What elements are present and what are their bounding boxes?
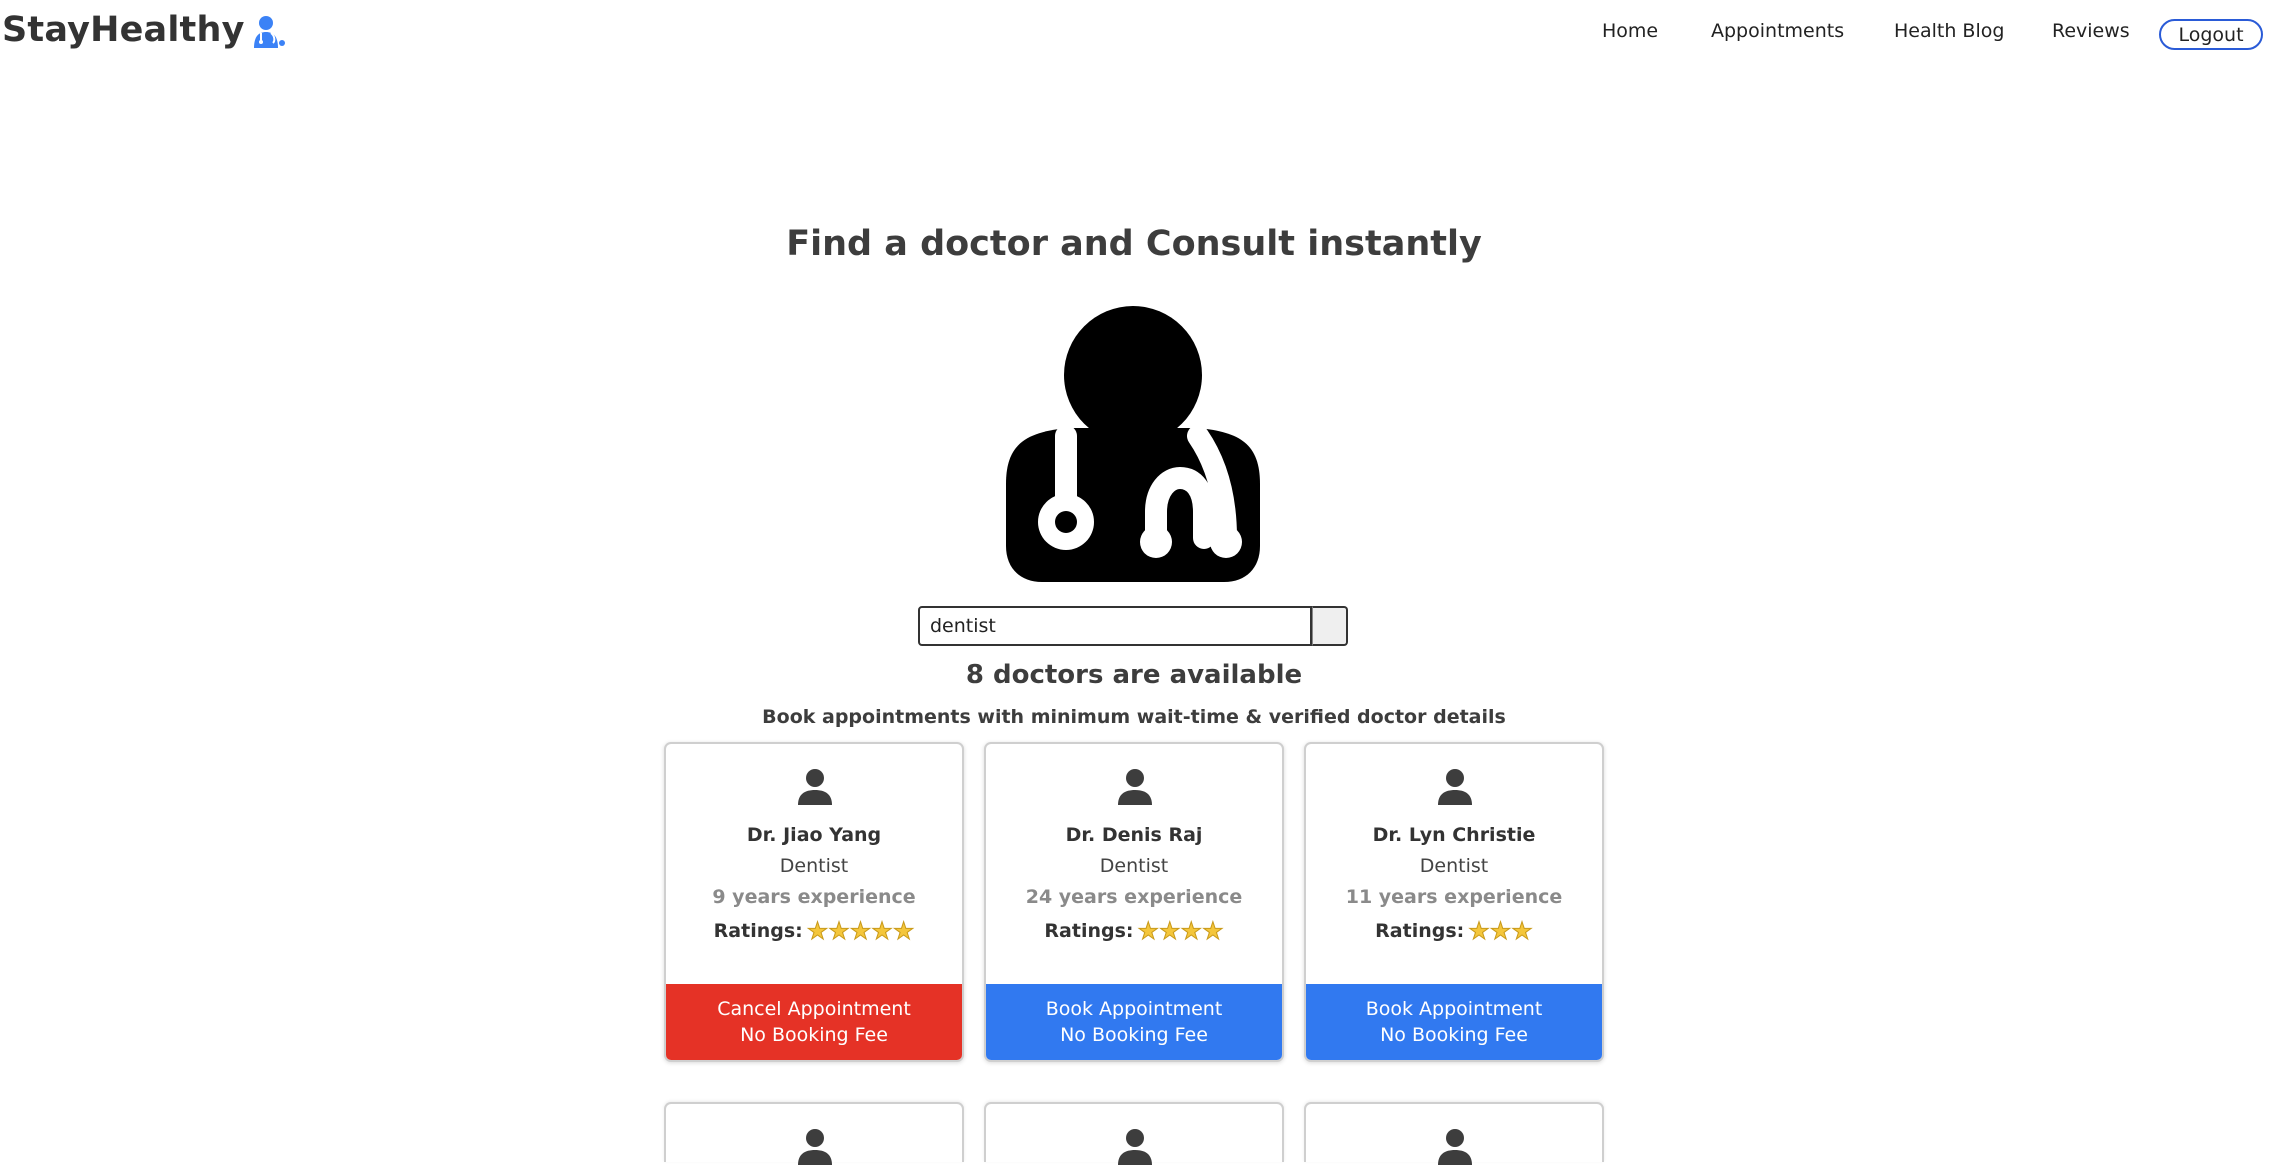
doctor-stethoscope-icon xyxy=(1006,306,1260,582)
star-icon: ★ xyxy=(1137,917,1160,945)
user-icon xyxy=(798,769,832,805)
book-appointment-button[interactable]: Book Appointment No Booking Fee xyxy=(1306,984,1602,1060)
book-appointment-button[interactable]: Book Appointment No Booking Fee xyxy=(986,984,1282,1060)
rating-label: Ratings: xyxy=(1375,920,1465,942)
star-icon: ★ xyxy=(828,917,850,945)
star-icon: ★ xyxy=(1202,917,1224,945)
doctor-name: Dr. Lyn Christie xyxy=(1372,824,1536,846)
doctor-card: Dr. Jiao Yang Dentist 9 years experience… xyxy=(664,742,964,1062)
doctor-card: Dr. Denis Raj Dentist 24 years experienc… xyxy=(984,742,1284,1062)
rating-label: Ratings: xyxy=(1044,920,1134,942)
doctor-specialty: Dentist xyxy=(779,855,849,877)
button-label: Book Appointment xyxy=(1365,998,1543,1020)
doctor-card: Dr. Lyn Christie Dentist 11 years experi… xyxy=(1304,742,1604,1062)
user-icon xyxy=(1438,1129,1472,1165)
doctor-specialty: Dentist xyxy=(1419,855,1489,877)
button-label: Cancel Appointment xyxy=(717,998,911,1020)
doctor-experience: 9 years experience xyxy=(712,886,916,908)
results-count: 8 doctors are available xyxy=(965,660,1303,690)
user-icon xyxy=(1118,769,1152,805)
star-icon: ★ xyxy=(1468,917,1490,945)
star-icon: ★ xyxy=(1511,917,1533,945)
logout-button[interactable]: Logout xyxy=(2159,19,2263,50)
star-icon: ★ xyxy=(892,917,915,945)
search-bar xyxy=(918,606,1348,646)
rating-label: Ratings: xyxy=(713,920,803,942)
doctor-experience: 11 years experience xyxy=(1345,886,1563,908)
search-input[interactable] xyxy=(918,606,1312,646)
doctor-card xyxy=(984,1102,1284,1165)
doctor-card xyxy=(664,1102,964,1165)
button-sublabel: No Booking Fee xyxy=(1060,1024,1208,1046)
user-icon xyxy=(798,1129,832,1165)
star-icon: ★ xyxy=(1489,917,1512,945)
search-button[interactable] xyxy=(1312,606,1348,646)
nav-appointments-link[interactable]: Appointments xyxy=(1711,20,1844,42)
doctor-specialty: Dentist xyxy=(1099,855,1169,877)
doctor-logo-icon xyxy=(253,16,285,48)
cancel-appointment-button[interactable]: Cancel Appointment No Booking Fee xyxy=(666,984,962,1060)
brand-name: StayHealthy xyxy=(2,10,245,50)
star-icon: ★ xyxy=(871,917,893,945)
page-title: Find a doctor and Consult instantly xyxy=(786,224,1482,264)
nav-reviews-link[interactable]: Reviews xyxy=(2052,20,2130,42)
user-icon xyxy=(1438,769,1472,805)
nav-health-blog-link[interactable]: Health Blog xyxy=(1894,20,2004,42)
doctor-rating: Ratings: ★ ★ ★ xyxy=(1306,917,1602,945)
brand-logo[interactable]: StayHealthy xyxy=(2,10,287,50)
doctor-rating: Ratings: ★ ★ ★ ★ ★ xyxy=(666,917,962,945)
star-icon: ★ xyxy=(1159,917,1181,945)
doctor-experience: 24 years experience xyxy=(1025,886,1243,908)
star-icon: ★ xyxy=(806,917,829,945)
button-sublabel: No Booking Fee xyxy=(740,1024,888,1046)
star-icon: ★ xyxy=(849,917,872,945)
doctor-card xyxy=(1304,1102,1604,1165)
button-sublabel: No Booking Fee xyxy=(1380,1024,1528,1046)
results-subtitle: Book appointments with minimum wait-time… xyxy=(762,706,1506,728)
nav-home-link[interactable]: Home xyxy=(1602,20,1658,42)
star-icon: ★ xyxy=(1180,917,1203,945)
button-label: Book Appointment xyxy=(1045,998,1223,1020)
doctor-name: Dr. Denis Raj xyxy=(1065,824,1203,846)
doctor-name: Dr. Jiao Yang xyxy=(746,824,882,846)
user-icon xyxy=(1118,1129,1152,1165)
doctor-rating: Ratings: ★ ★ ★ ★ xyxy=(986,917,1282,945)
